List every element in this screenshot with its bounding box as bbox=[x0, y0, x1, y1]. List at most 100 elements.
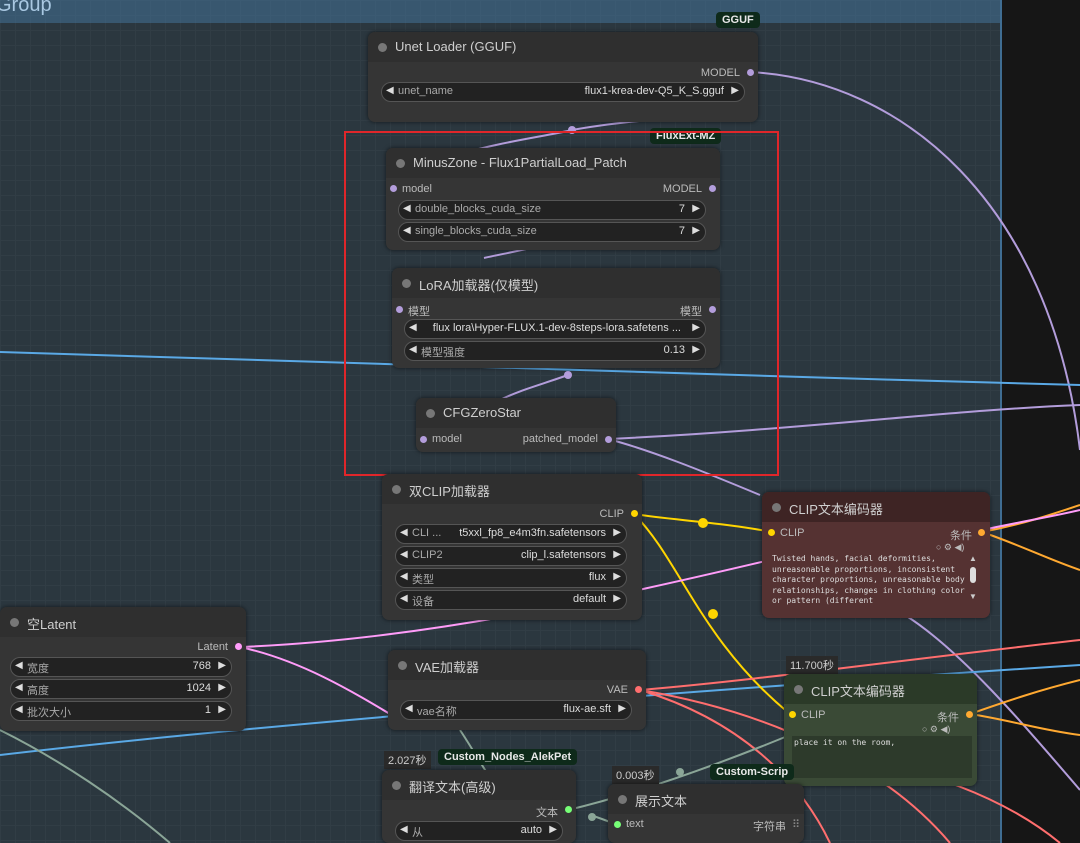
node-title-bar[interactable]: 双CLIP加载器 bbox=[382, 474, 642, 504]
widget-clip1[interactable]: ◀ CLI ... t5xxl_fp8_e4m3fn.safetensors ▶ bbox=[395, 524, 627, 544]
node-title: 空Latent bbox=[27, 617, 77, 632]
output-label: 文本 bbox=[536, 807, 558, 819]
node-title-bar[interactable]: CLIP文本编码器 bbox=[784, 674, 977, 704]
node-show-text[interactable]: 展示文本 text 字符串 ⠿ bbox=[608, 784, 804, 843]
arrow-left-icon[interactable]: ◀ bbox=[400, 571, 408, 582]
arrow-right-icon[interactable]: ▶ bbox=[731, 85, 739, 96]
input-slot-clip[interactable] bbox=[789, 711, 796, 718]
scrollbar-thumb[interactable] bbox=[970, 567, 976, 583]
arrow-left-icon[interactable]: ◀ bbox=[400, 824, 408, 835]
collapse-dot-icon[interactable] bbox=[378, 43, 387, 52]
node-title-bar[interactable]: 翻译文本(高级) bbox=[382, 770, 576, 800]
arrow-left-icon[interactable]: ◀ bbox=[400, 527, 408, 538]
collapse-dot-icon[interactable] bbox=[392, 485, 401, 494]
widget-label: 宽度 bbox=[27, 663, 49, 675]
node-title: CLIP文本编码器 bbox=[789, 502, 883, 517]
arrow-left-icon[interactable]: ◀ bbox=[15, 682, 23, 693]
widget-label: CLIP2 bbox=[412, 549, 443, 561]
arrow-right-icon[interactable]: ▶ bbox=[218, 704, 226, 715]
badge-gguf: GGUF bbox=[716, 12, 760, 28]
node-title-bar[interactable]: VAE加载器 bbox=[388, 650, 646, 680]
node-empty-latent[interactable]: 空Latent Latent ◀ 宽度 768 ▶ ◀ 高度 1024 ▶ ◀ … bbox=[0, 607, 246, 731]
input-slot-text[interactable] bbox=[614, 821, 621, 828]
timing-label: 11.700秒 bbox=[786, 656, 838, 674]
widget-width[interactable]: ◀ 宽度 768 ▶ bbox=[10, 657, 232, 677]
arrow-right-icon[interactable]: ▶ bbox=[618, 703, 626, 714]
arrow-right-icon[interactable]: ▶ bbox=[218, 660, 226, 671]
arrow-left-icon[interactable]: ◀ bbox=[15, 660, 23, 671]
output-slot-clip[interactable] bbox=[631, 510, 638, 517]
collapse-dot-icon[interactable] bbox=[772, 503, 781, 512]
widget-label: 设备 bbox=[412, 596, 434, 608]
node-title-bar[interactable]: 空Latent bbox=[0, 607, 246, 637]
input-label: CLIP bbox=[780, 527, 805, 539]
collapse-dot-icon[interactable] bbox=[398, 661, 407, 670]
arrow-left-icon[interactable]: ◀ bbox=[15, 704, 23, 715]
output-slot-model[interactable] bbox=[747, 69, 754, 76]
arrow-left-icon[interactable]: ◀ bbox=[405, 703, 413, 714]
collapse-dot-icon[interactable] bbox=[392, 781, 401, 790]
output-slot-conditioning[interactable] bbox=[978, 529, 985, 536]
arrow-right-icon[interactable]: ▶ bbox=[218, 682, 226, 693]
node-unet-loader[interactable]: Unet Loader (GGUF) MODEL ◀ unet_name flu… bbox=[368, 32, 758, 122]
node-title-bar[interactable]: CLIP文本编码器 bbox=[762, 492, 990, 522]
widget-height[interactable]: ◀ 高度 1024 ▶ bbox=[10, 679, 232, 699]
textarea-tools-icon[interactable]: ○ ⚙ ◀) bbox=[936, 542, 964, 553]
widget-label: 从 bbox=[412, 827, 423, 839]
arrow-left-icon[interactable]: ◀ bbox=[400, 593, 408, 604]
prompt-textarea[interactable]: place it on the room, bbox=[792, 736, 972, 778]
node-clip-text-encode-positive[interactable]: CLIP文本编码器 CLIP 条件 ○ ⚙ ◀) place it on the… bbox=[784, 674, 977, 786]
output-slot-conditioning[interactable] bbox=[966, 711, 973, 718]
widget-clip2[interactable]: ◀ CLIP2 clip_l.safetensors ▶ bbox=[395, 546, 627, 566]
group-header[interactable]: Group bbox=[0, 0, 1000, 23]
widget-label: 批次大小 bbox=[27, 707, 71, 719]
group-title: Group bbox=[0, 0, 52, 16]
output-slot-latent[interactable] bbox=[235, 643, 242, 650]
arrow-right-icon[interactable]: ▶ bbox=[613, 527, 621, 538]
widget-label: 类型 bbox=[412, 574, 434, 586]
node-title-bar[interactable]: 展示文本 bbox=[608, 784, 804, 814]
textarea-tools-icon[interactable]: ○ ⚙ ◀) bbox=[922, 724, 950, 735]
output-label: CLIP bbox=[599, 508, 624, 520]
grid-icon[interactable]: ⠿ bbox=[792, 818, 800, 831]
arrow-right-icon[interactable]: ▶ bbox=[549, 824, 557, 835]
output-slot-vae[interactable] bbox=[635, 686, 642, 693]
scroll-down-icon[interactable]: ▼ bbox=[969, 592, 977, 601]
arrow-left-icon[interactable]: ◀ bbox=[400, 549, 408, 560]
output-label: 条件 bbox=[937, 712, 959, 724]
widget-value: default bbox=[572, 593, 606, 605]
node-dual-clip-loader[interactable]: 双CLIP加载器 CLIP ◀ CLI ... t5xxl_fp8_e4m3fn… bbox=[382, 474, 642, 620]
output-label: 条件 bbox=[950, 530, 972, 542]
node-title-bar[interactable]: Unet Loader (GGUF) bbox=[368, 32, 758, 62]
input-slot-clip[interactable] bbox=[768, 529, 775, 536]
widget-value: auto bbox=[520, 824, 542, 836]
widget-value: t5xxl_fp8_e4m3fn.safetensors bbox=[459, 527, 606, 539]
arrow-right-icon[interactable]: ▶ bbox=[613, 593, 621, 604]
node-vae-loader[interactable]: VAE加载器 VAE ◀ vae名称 flux-ae.sft ▶ bbox=[388, 650, 646, 730]
widget-type[interactable]: ◀ 类型 flux ▶ bbox=[395, 568, 627, 588]
arrow-left-icon[interactable]: ◀ bbox=[386, 85, 394, 96]
widget-batch-size[interactable]: ◀ 批次大小 1 ▶ bbox=[10, 701, 232, 721]
node-canvas[interactable]: Group GGUF Unet Loader (GGUF) MODEL ◀ un… bbox=[0, 0, 1080, 843]
widget-label: unet_name bbox=[398, 85, 454, 97]
arrow-right-icon[interactable]: ▶ bbox=[613, 549, 621, 560]
widget-value: 768 bbox=[192, 660, 211, 672]
widget-vae-name[interactable]: ◀ vae名称 flux-ae.sft ▶ bbox=[400, 700, 632, 720]
widget-from-lang[interactable]: ◀ 从 auto ▶ bbox=[395, 821, 563, 841]
collapse-dot-icon[interactable] bbox=[794, 685, 803, 694]
output-slot-text[interactable] bbox=[565, 806, 572, 813]
node-title: VAE加载器 bbox=[415, 660, 480, 675]
node-title: 翻译文本(高级) bbox=[409, 780, 496, 795]
timing-label: 2.027秒 bbox=[384, 751, 431, 769]
output-label: 字符串 bbox=[753, 821, 786, 833]
node-clip-text-encode-negative[interactable]: CLIP文本编码器 CLIP 条件 ○ ⚙ ◀) Twisted hands, … bbox=[762, 492, 990, 618]
node-translate-text[interactable]: 翻译文本(高级) 文本 ◀ 从 auto ▶ bbox=[382, 770, 576, 843]
scroll-up-icon[interactable]: ▲ bbox=[969, 554, 977, 563]
node-title: 双CLIP加载器 bbox=[409, 484, 490, 499]
collapse-dot-icon[interactable] bbox=[10, 618, 19, 627]
prompt-textarea[interactable]: Twisted hands, facial deformities, unrea… bbox=[772, 554, 968, 606]
arrow-right-icon[interactable]: ▶ bbox=[613, 571, 621, 582]
widget-unet-name[interactable]: ◀ unet_name flux1-krea-dev-Q5_K_S.gguf ▶ bbox=[381, 82, 745, 102]
collapse-dot-icon[interactable] bbox=[618, 795, 627, 804]
widget-device[interactable]: ◀ 设备 default ▶ bbox=[395, 590, 627, 610]
